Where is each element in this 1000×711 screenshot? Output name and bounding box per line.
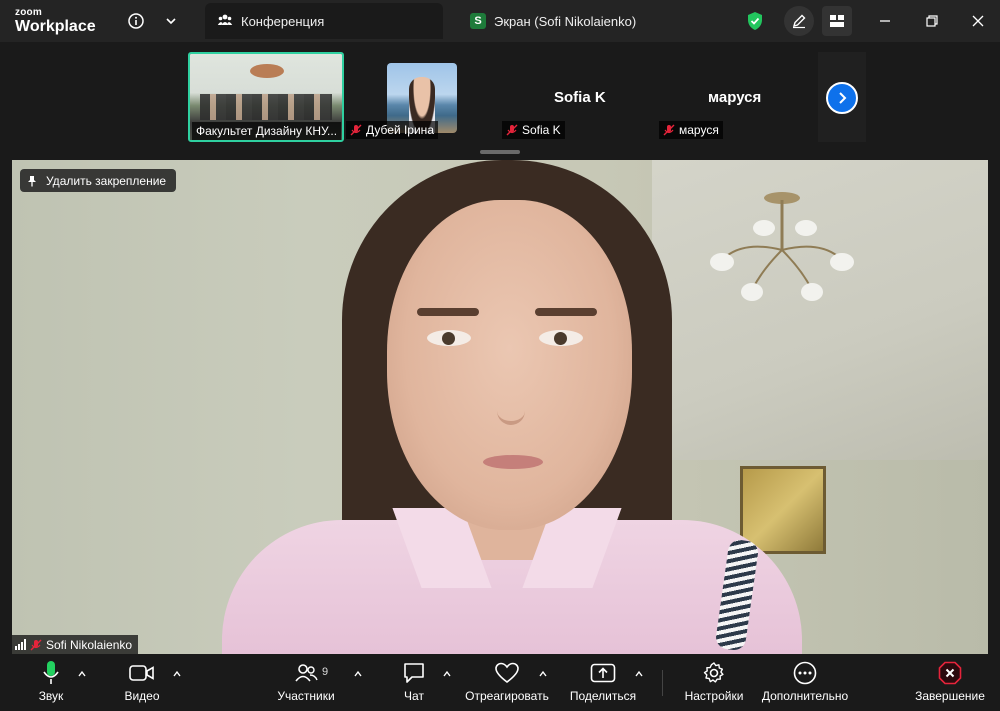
main-video: [12, 160, 988, 654]
chat-options-caret[interactable]: [441, 668, 453, 680]
screen-share-badge: S: [470, 13, 486, 29]
participant-display-name[interactable]: Sofia K: [554, 89, 606, 106]
people-icon: [217, 12, 233, 31]
more-button[interactable]: Дополнительно: [758, 659, 852, 707]
participant-strip: Факультет Дизайну КНУ... Дубей Ірина Sof…: [0, 42, 1000, 160]
end-meeting-button[interactable]: Завершение: [914, 659, 986, 707]
participants-label: Участники: [277, 689, 335, 703]
participant-tile[interactable]: Факультет Дизайну КНУ...: [188, 52, 344, 142]
tab-screen-share[interactable]: S Экран (Sofi Nikolaienko): [462, 3, 692, 39]
restore-icon[interactable]: [921, 10, 943, 32]
participant-name-tag: Sofia K: [502, 121, 565, 139]
unpin-label: Удалить закрепление: [46, 173, 167, 188]
toolbar-divider: [662, 670, 663, 696]
zoom-logo: zoom Workplace: [15, 8, 96, 35]
audio-options-caret[interactable]: [76, 668, 88, 680]
logo-line2: Workplace: [15, 18, 96, 35]
chevron-right-icon: [839, 92, 847, 104]
more-dots-icon: [793, 659, 817, 687]
heart-react-icon: [495, 659, 519, 687]
tab-conference[interactable]: Конференция: [205, 3, 443, 39]
mic-muted-icon: [663, 124, 675, 136]
share-screen-icon: [590, 659, 616, 687]
next-page-button[interactable]: [826, 82, 858, 114]
participant-name: Sofia K: [522, 123, 561, 137]
meeting-toolbar: Звук Видео Участники 9 Чат Отреагировать: [0, 654, 1000, 711]
participant-name: Дубей Ірина: [366, 123, 434, 137]
video-button[interactable]: Видео: [122, 659, 162, 707]
speaker-name-tag: Sofi Nikolaienko: [12, 635, 139, 654]
react-label: Отреагировать: [465, 689, 549, 703]
react-button[interactable]: Отреагировать: [464, 659, 550, 707]
settings-label: Настройки: [684, 689, 744, 703]
video-label: Видео: [124, 689, 160, 703]
info-icon[interactable]: [123, 8, 149, 34]
speaker-name: Sofi Nikolaienko: [46, 637, 133, 652]
mic-muted-icon: [350, 124, 362, 136]
audio-button[interactable]: Звук: [34, 659, 68, 707]
video-options-caret[interactable]: [171, 668, 183, 680]
signal-strength-icon: [15, 639, 26, 650]
settings-button[interactable]: Настройки: [682, 659, 746, 707]
chat-button[interactable]: Чат: [398, 659, 430, 707]
annotate-pencil-icon[interactable]: [784, 6, 814, 36]
chat-bubble-icon: [402, 659, 426, 687]
end-meeting-icon: [938, 659, 962, 687]
logo-line1: zoom: [15, 7, 42, 18]
participant-name-tag: Дубей Ірина: [346, 121, 438, 139]
view-grid-icon[interactable]: [822, 6, 852, 36]
speaker-person: [182, 160, 802, 654]
participant-name: маруся: [679, 123, 719, 137]
close-icon[interactable]: [967, 10, 989, 32]
title-bar: zoom Workplace Конференция S Экран (Sofi…: [0, 0, 1000, 42]
participant-display-name[interactable]: маруся: [708, 89, 761, 106]
share-label: Поделиться: [569, 689, 637, 703]
react-options-caret[interactable]: [537, 668, 549, 680]
shield-icon[interactable]: [744, 10, 766, 32]
participant-name: Факультет Дизайну КНУ...: [192, 122, 342, 140]
mic-icon: [41, 659, 61, 687]
video-camera-icon: [129, 659, 155, 687]
mic-muted-icon: [506, 124, 518, 136]
tab-screen-share-label: Экран (Sofi Nikolaienko): [494, 13, 637, 29]
chevron-down-icon[interactable]: [158, 8, 184, 34]
share-button[interactable]: Поделиться: [568, 659, 638, 707]
share-options-caret[interactable]: [633, 668, 645, 680]
mic-muted-icon: [30, 639, 42, 651]
minimize-icon[interactable]: [874, 10, 896, 32]
participants-count: 9: [322, 666, 329, 678]
audio-label: Звук: [38, 689, 64, 703]
chat-label: Чат: [404, 689, 424, 703]
strip-resize-handle[interactable]: [480, 150, 520, 154]
end-label: Завершение: [915, 689, 985, 703]
participants-icon: [294, 659, 318, 687]
more-label: Дополнительно: [761, 689, 849, 703]
pin-icon: [26, 175, 38, 187]
participant-name-tag: маруся: [659, 121, 723, 139]
participants-options-caret[interactable]: [352, 668, 364, 680]
tab-conference-label: Конференция: [241, 13, 325, 29]
gear-icon: [702, 659, 726, 687]
unpin-button[interactable]: Удалить закрепление: [20, 169, 177, 192]
